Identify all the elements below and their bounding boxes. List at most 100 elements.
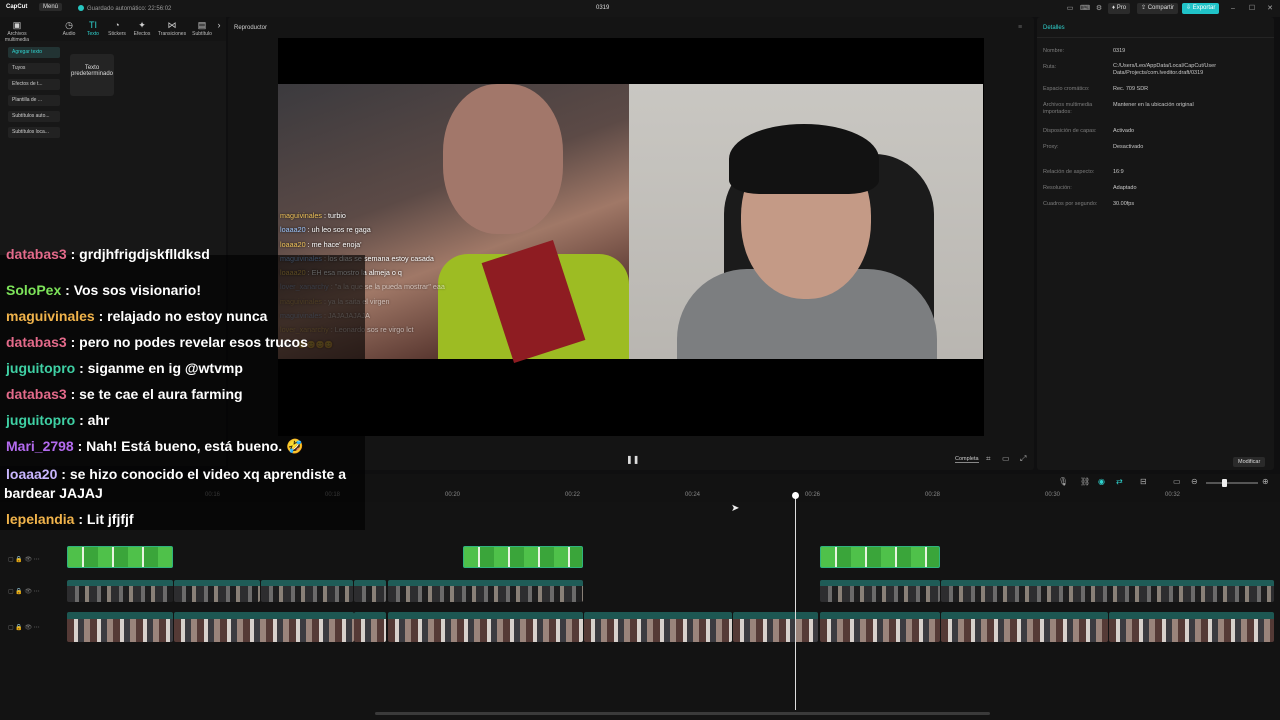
track-header[interactable]: ▢ 🔒 👁 ⋯ (8, 556, 40, 563)
microphone-icon[interactable]: 🎙 (1058, 477, 1068, 486)
video-clip-main[interactable]: 2026-03-19 20-13-4.mp4 (354, 612, 386, 642)
detail-value: Mantener en la ubicación original (1113, 102, 1194, 108)
text-effects-dropdown[interactable]: Efectos de t... (8, 79, 60, 90)
video-clip-main[interactable]: Congelar 00:00:02:00 (820, 612, 940, 642)
video-clip[interactable]: Congelar 00:00:02:00 (388, 580, 583, 602)
magnet-icon[interactable]: ◉ (1098, 477, 1105, 486)
zoom-in-icon[interactable]: ⊕ (1262, 477, 1269, 486)
preview-axis-icon[interactable]: ⊟ (1140, 477, 1147, 486)
sticker-clip[interactable]: IMG_0077.PNG 00:00:02:00 (820, 546, 940, 568)
modify-button[interactable]: Modificar (1233, 457, 1266, 467)
ratio-icon[interactable]: ▭ (1002, 454, 1010, 463)
ruler-tick: 00:32 (1165, 492, 1181, 498)
details-panel: Detalles Nombre: 0319 Ruta: C:/Users/Leo… (1037, 17, 1274, 470)
export-label: Exportar (1192, 5, 1216, 11)
chat-text: : ahr (75, 412, 110, 428)
timeline-tracks[interactable]: IMG_0077.PNG 00:00:02:00 IMG_0077.PNG 00:… (0, 502, 1280, 720)
default-text-card[interactable]: Texto predeterminado (70, 54, 114, 96)
track-header[interactable]: ▢ 🔒 👁 ⋯ (8, 588, 40, 595)
video-clip-main[interactable]: boliviano de mierda.mp4 00:00:01:17 (733, 612, 818, 642)
main-menu-button[interactable]: Menú (39, 3, 63, 11)
template-dropdown[interactable]: Plantilla de ... (8, 95, 60, 106)
detail-key: Espacio cromático: (1043, 86, 1090, 92)
chat-message: bardear JAJAJ (4, 485, 103, 501)
chat-text: : Vos sos visionario! (61, 282, 202, 298)
video-clip-main[interactable]: boliviano de mierda.mp4 00:00:02:14 (584, 612, 732, 642)
tool-media[interactable]: ▣ Archivos multimedia (4, 20, 30, 43)
player-header: Reproductor (234, 25, 268, 31)
sticker-clip[interactable]: IMG_0077.PNG 00:00:02:00 (463, 546, 583, 568)
video-clip-main[interactable]: a cuando el tig de venda.mp4 00:00:02:24 (941, 612, 1108, 642)
zoom-slider-handle[interactable] (1222, 479, 1227, 487)
tool-label: Subtítulo (192, 31, 212, 37)
close-icon[interactable]: ✕ (1263, 3, 1277, 14)
video-clip-main[interactable]: a cuando el tig de venda.mp4 00:00:02:28 (1109, 612, 1274, 642)
clip-label: elar 00:00:02:00 (69, 612, 106, 618)
local-subtitles-button[interactable]: Subtítulos loca... (8, 127, 60, 138)
tool-effects[interactable]: ✦ Efectos (129, 20, 155, 40)
yours-dropdown[interactable]: Tuyos (8, 63, 60, 74)
maximize-icon[interactable]: ☐ (1245, 3, 1259, 14)
stream-chat-line: maguivinales : turbio (280, 209, 480, 223)
clip-label: 2026-03-19 20-13-4.mp4 (356, 580, 386, 585)
pro-button[interactable]: ♦ Pro (1108, 3, 1131, 14)
snap-icon[interactable]: ⇄ (1116, 477, 1123, 486)
chat-message: databas3 : pero no podes revelar esos tr… (6, 334, 308, 350)
clip-label: Congelar 00:00:02:00 (822, 612, 871, 618)
fullscreen-icon[interactable]: ⤢ (1020, 454, 1026, 464)
auto-subtitles-button[interactable]: Subtítulos auto... (8, 111, 60, 122)
timeline-scrollbar[interactable] (375, 712, 990, 715)
subtitle-icon: ▤ (197, 20, 207, 30)
transitions-icon: ⋈ (167, 20, 177, 30)
share-button[interactable]: ⇪ Compartir (1137, 3, 1179, 14)
video-clip[interactable]: 2026-03-19 19-43-00.mp4 00:00:03:22 (941, 580, 1274, 602)
chat-username: lepelandia (6, 511, 75, 527)
add-text-button[interactable]: Agregar texto (8, 47, 60, 58)
video-clip-main[interactable]: 2026-03-19 20-13-4.mp4 (174, 612, 354, 642)
clip-label: 2026-03-19 20-13-4.mp4 (176, 612, 232, 618)
detail-key: Relación de aspecto: (1043, 169, 1095, 175)
export-button[interactable]: ⇩ Exportar (1182, 3, 1220, 14)
crop-icon[interactable]: ⌗ (986, 454, 991, 464)
track-header[interactable]: ▢ 🔒 👁 ⋯ (8, 624, 40, 631)
detail-key: Nombre: (1043, 48, 1065, 54)
chat-text: : se te cae el aura farming (66, 386, 243, 402)
fit-dropdown[interactable]: Completa (955, 456, 979, 463)
layout-icon[interactable]: ▭ (1063, 3, 1077, 14)
playhead-handle[interactable] (792, 492, 799, 499)
link-icon[interactable]: ⛓ (1080, 477, 1090, 486)
chevron-right-icon[interactable]: › (214, 20, 224, 40)
minimize-icon[interactable]: – (1226, 3, 1240, 14)
tool-audio[interactable]: ◷ Audio (56, 20, 82, 40)
share-icon: ⇪ (1141, 5, 1148, 11)
video-clip[interactable]: 2026-03-19 20-13-4.mp4 (354, 580, 386, 602)
chat-username: juguitopro (6, 412, 76, 428)
tool-stickers[interactable]: ◔ Stickers (104, 20, 130, 40)
video-clip[interactable]: 2026-03-19 20-13-4.mp4 (261, 580, 353, 602)
pause-icon[interactable]: ❚❚ (626, 455, 639, 464)
app-logo: CapCut (6, 4, 28, 10)
share-label: Compartir (1147, 5, 1175, 11)
tool-label: Efectos (133, 31, 151, 37)
video-clip[interactable]: Congelar 00:00:02:00 (820, 580, 940, 602)
tool-transitions[interactable]: ⋈ Transiciones (157, 20, 187, 40)
video-clip-main[interactable]: elar 00:00:02:00 (67, 612, 173, 642)
ruler-tick: 00:28 (925, 492, 941, 498)
chat-message: juguitopro : ahr (6, 412, 109, 428)
settings-icon[interactable]: ⚙ (1092, 3, 1106, 14)
zoom-slider[interactable] (1206, 482, 1258, 484)
sticker-clip[interactable]: IMG_0077.PNG 00:00:02:00 (67, 546, 173, 568)
autosave-text: Guardado automático: 22:56:02 (87, 6, 172, 12)
chat-username: databas3 (6, 334, 67, 350)
tool-subtitle[interactable]: ▤ Subtítulo (189, 20, 215, 40)
caption-icon[interactable]: ▭ (1173, 477, 1181, 486)
video-clip-main[interactable]: Congelar 00:00:02:00 (388, 612, 583, 642)
playhead[interactable] (792, 492, 799, 710)
menu-icon[interactable]: ≡ (1018, 24, 1022, 31)
video-clip[interactable]: 2026-03-19 20-13-4.mp4 00:00 (174, 580, 260, 602)
zoom-out-icon[interactable]: ⊖ (1191, 477, 1198, 486)
tool-text[interactable]: TI Texto (80, 20, 106, 40)
keyboard-icon[interactable]: ⌨ (1078, 3, 1092, 14)
video-clip[interactable]: elar 00:00:02:00 (67, 580, 173, 602)
detail-value: 0319 (1113, 48, 1126, 54)
